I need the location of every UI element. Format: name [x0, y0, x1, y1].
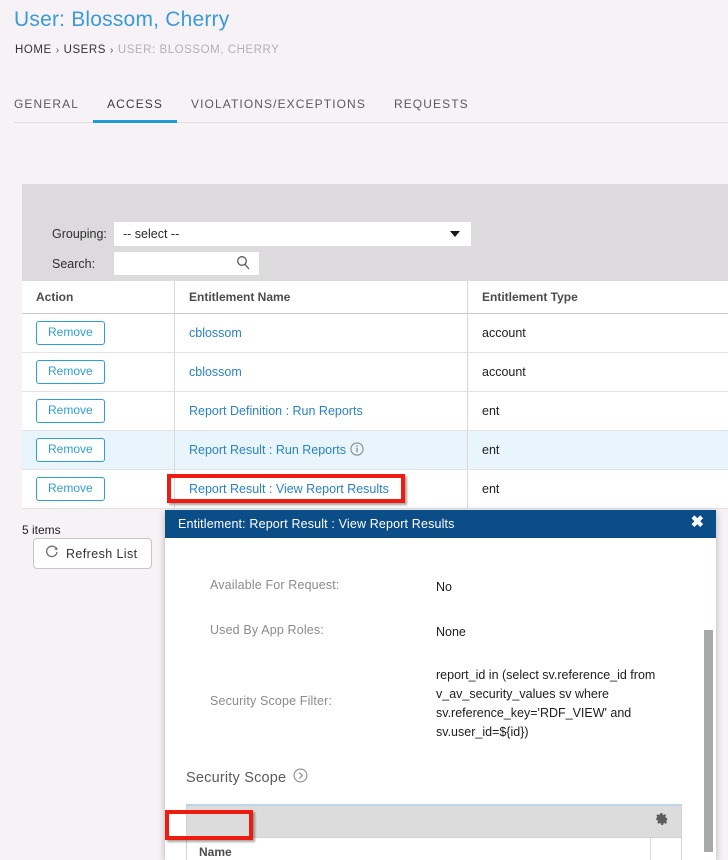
grouping-row: Grouping: -- select --: [52, 222, 471, 246]
grouping-select-value: -- select --: [123, 227, 179, 241]
entitlement-detail-modal: Entitlement: Report Result : View Report…: [165, 510, 716, 860]
row-action-cell: Remove: [22, 392, 175, 430]
row-type-cell: ent: [468, 392, 728, 430]
breadcrumb: HOME › USERS › USER: BLOSSOM, CHERRY: [15, 44, 279, 56]
security-scope-label: Security Scope: [186, 770, 286, 786]
detail-row-used-by-app-roles: Used By App Roles: None: [165, 623, 716, 642]
detail-row-available-for-request: Available For Request: No: [165, 578, 716, 597]
breadcrumb-separator-icon: ›: [56, 45, 60, 56]
row-type-cell: account: [468, 314, 728, 352]
row-name-cell: cblossom: [175, 353, 468, 391]
annotation-box-entitlement-link: [167, 474, 405, 503]
row-type-cell: ent: [468, 470, 728, 508]
column-header-action: Action: [22, 281, 175, 313]
chevron-right-circle-icon[interactable]: [293, 768, 308, 787]
modal-title: Entitlement: Report Result : View Report…: [178, 517, 455, 531]
search-input[interactable]: [121, 256, 231, 272]
modal-scrollbar[interactable]: [704, 570, 713, 860]
entitlement-link[interactable]: Report Definition : Run Reports: [189, 404, 363, 418]
search-box[interactable]: [114, 252, 259, 275]
table-row: Remove cblossom account: [22, 353, 728, 392]
row-name-cell: Report Definition : Run Reports: [175, 392, 468, 430]
security-scope-table: Name: [186, 804, 682, 860]
breadcrumb-item-current: USER: BLOSSOM, CHERRY: [118, 44, 280, 56]
table-row: Remove cblossom account: [22, 314, 728, 353]
breadcrumb-separator-icon: ›: [110, 45, 114, 56]
detail-value: No: [436, 578, 452, 597]
table-header-row: Action Entitlement Name Entitlement Type: [22, 281, 728, 314]
detail-label: Used By App Roles:: [181, 623, 436, 642]
breadcrumb-item-home[interactable]: HOME: [15, 44, 52, 56]
remove-button[interactable]: Remove: [36, 438, 105, 461]
filter-panel: Grouping: -- select -- Search:: [22, 184, 728, 281]
items-count: 5 items: [22, 523, 61, 537]
row-type-cell: account: [468, 353, 728, 391]
annotation-box-scope-items-count: [165, 810, 253, 840]
tab-bar: GENERAL ACCESS VIOLATIONS/EXCEPTIONS REQ…: [14, 92, 728, 123]
scope-table-toolbar: [187, 806, 681, 837]
modal-header: Entitlement: Report Result : View Report…: [165, 510, 716, 538]
remove-button[interactable]: Remove: [36, 399, 105, 422]
refresh-icon: [45, 545, 59, 562]
remove-button[interactable]: Remove: [36, 477, 105, 500]
detail-value: None: [436, 623, 466, 642]
refresh-list-label: Refresh List: [66, 547, 138, 561]
grouping-label: Grouping:: [52, 227, 114, 241]
table-row: Remove Report Definition : Run Reports e…: [22, 392, 728, 431]
tab-violations-exceptions[interactable]: VIOLATIONS/EXCEPTIONS: [177, 97, 380, 123]
detail-label: Security Scope Filter:: [181, 666, 436, 742]
table-row: Remove Report Result : Run Reports ent: [22, 431, 728, 470]
tab-requests[interactable]: REQUESTS: [380, 97, 483, 123]
security-scope-heading: Security Scope: [186, 768, 716, 787]
search-icon[interactable]: [236, 255, 251, 274]
remove-button[interactable]: Remove: [36, 360, 105, 383]
scope-column-header-name: Name: [187, 838, 651, 860]
breadcrumb-item-users[interactable]: USERS: [64, 44, 106, 56]
search-row: Search:: [52, 252, 259, 275]
modal-scrollbar-thumb[interactable]: [704, 630, 713, 852]
row-type-cell: ent: [468, 431, 728, 469]
scope-column-header-blank: [651, 838, 681, 860]
info-icon[interactable]: [350, 442, 364, 459]
detail-label: Available For Request:: [181, 578, 436, 597]
row-name-cell: cblossom: [175, 314, 468, 352]
detail-value: report_id in (select sv.reference_id fro…: [436, 666, 661, 742]
tab-general[interactable]: GENERAL: [14, 97, 93, 123]
page-root: User: Blossom, Cherry HOME › USERS › USE…: [0, 0, 728, 860]
page-title: User: Blossom, Cherry: [14, 8, 229, 32]
refresh-list-button[interactable]: Refresh List: [33, 538, 152, 569]
row-name-cell: Report Result : Run Reports: [175, 431, 468, 469]
search-label: Search:: [52, 257, 114, 271]
column-header-entitlement-type: Entitlement Type: [468, 281, 728, 313]
remove-button[interactable]: Remove: [36, 321, 105, 344]
close-icon[interactable]: ✖: [687, 515, 708, 533]
detail-row-security-scope-filter: Security Scope Filter: report_id in (sel…: [165, 666, 716, 742]
column-header-entitlement-name: Entitlement Name: [175, 281, 468, 313]
scope-table-header-row: Name: [187, 837, 681, 860]
entitlement-link[interactable]: cblossom: [189, 326, 242, 340]
entitlement-link[interactable]: Report Result : Run Reports: [189, 443, 346, 457]
tab-access[interactable]: ACCESS: [93, 97, 177, 123]
gear-icon[interactable]: [655, 812, 669, 831]
entitlement-link[interactable]: cblossom: [189, 365, 242, 379]
row-action-cell: Remove: [22, 353, 175, 391]
row-action-cell: Remove: [22, 470, 175, 508]
row-action-cell: Remove: [22, 431, 175, 469]
chevron-down-icon: [450, 231, 460, 237]
row-action-cell: Remove: [22, 314, 175, 352]
grouping-select[interactable]: -- select --: [114, 222, 471, 246]
